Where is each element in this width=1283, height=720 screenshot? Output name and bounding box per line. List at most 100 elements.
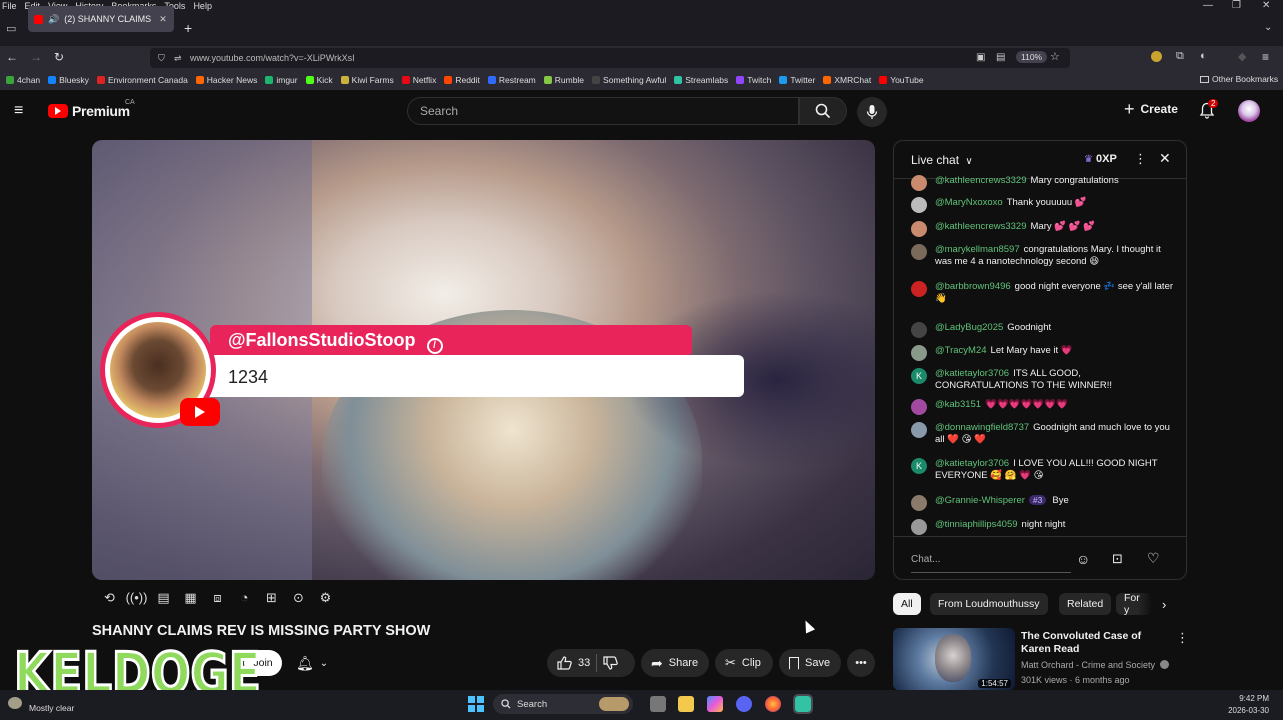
chat-author[interactable]: @kathleencrews3329	[935, 221, 1027, 232]
miniplayer-icon[interactable]: ▤	[154, 588, 173, 607]
other-bookmarks[interactable]: Other Bookmarks	[1200, 74, 1278, 84]
chat-author[interactable]: @MaryNxoxoxo	[935, 197, 1003, 208]
bookmark-item[interactable]: Streamlabs	[674, 75, 728, 85]
settings-gear-icon[interactable]: ⚙	[316, 588, 335, 607]
live-broadcast-icon[interactable]: ((•))	[126, 588, 148, 607]
chip-for-you[interactable]: For y	[1116, 593, 1152, 615]
new-tab-icon[interactable]: +	[184, 20, 192, 36]
avatar[interactable]	[1238, 100, 1260, 122]
share-button[interactable]: ➦ Share	[641, 649, 709, 677]
subscribe-bell-button[interactable]: 🔔︎ ⌄	[290, 649, 340, 677]
bookmark-item[interactable]: Twitch	[736, 75, 771, 85]
speaker-icon[interactable]: 🔊	[48, 14, 59, 25]
copilot-icon[interactable]	[707, 696, 723, 712]
close-window-icon[interactable]: ✕	[1262, 0, 1270, 11]
weather-moon-icon[interactable]	[8, 697, 22, 709]
bookmark-item[interactable]: Bluesky	[48, 75, 89, 85]
avatar[interactable]	[911, 244, 927, 260]
forward-icon[interactable]: →	[30, 50, 42, 64]
thumbs-down-icon[interactable]	[603, 656, 619, 670]
taskbar-date[interactable]: 2026-03-30	[1225, 706, 1269, 715]
bookmark-item[interactable]: Restream	[487, 75, 536, 85]
bookmark-item[interactable]: XMRChat	[823, 75, 871, 85]
xp-badge[interactable]: ♛ 0XP	[1084, 153, 1117, 165]
back-icon[interactable]: ←	[6, 50, 18, 64]
chat-author[interactable]: @barbbrown9496	[935, 281, 1011, 292]
chat-author[interactable]: @kab3151	[935, 399, 981, 410]
heart-icon[interactable]: ♡	[1147, 550, 1160, 567]
avatar[interactable]: K	[911, 458, 927, 474]
bookmark-item[interactable]: imgur	[265, 75, 298, 85]
youtube-brand[interactable]: Premium	[72, 103, 130, 119]
bookmark-item[interactable]: Hacker News	[195, 75, 257, 85]
tab-dropdown-icon[interactable]: ⌄	[1264, 22, 1272, 33]
chat-author[interactable]: @tinniaphillips4059	[935, 519, 1018, 530]
avatar[interactable]	[911, 221, 927, 237]
chip-related[interactable]: Related	[1059, 593, 1112, 615]
reader-view-icon[interactable]: ▣	[976, 52, 985, 63]
reload-icon[interactable]: ↻	[54, 50, 64, 64]
add-frame-icon[interactable]: ⊞	[262, 588, 281, 607]
avatar[interactable]	[911, 197, 927, 213]
menu-help[interactable]: Help	[193, 1, 212, 11]
discord-icon[interactable]	[736, 696, 752, 712]
extensions-puzzle-icon[interactable]: ⧉	[1176, 50, 1184, 63]
chat-author[interactable]: @katietaylor3706	[935, 368, 1009, 379]
windows-start-icon[interactable]	[468, 696, 484, 712]
more-vertical-icon[interactable]: ⋮	[1176, 630, 1189, 646]
streamlabs-icon[interactable]	[793, 694, 813, 714]
chat-author[interactable]: @marykellman8597	[935, 244, 1020, 255]
chat-author[interactable]: @TracyM24	[935, 345, 987, 356]
bookmark-item[interactable]: Rumble	[543, 75, 584, 85]
bookmark-item[interactable]: 4chan	[6, 75, 40, 85]
avatar[interactable]: K	[911, 368, 927, 384]
chat-author[interactable]: @donnawingfield8737	[935, 422, 1029, 433]
more-actions-button[interactable]: •••	[847, 649, 875, 677]
weather-status[interactable]: Mostly clear	[29, 703, 74, 713]
chip-from-channel[interactable]: From Loudmouthussy	[930, 593, 1048, 615]
task-view-icon[interactable]	[650, 696, 666, 712]
bookmark-star-icon[interactable]: ☆	[1050, 50, 1060, 63]
taskbar-search[interactable]: Search	[493, 694, 633, 714]
bookmark-item[interactable]: Kiwi Farms	[340, 75, 394, 85]
tab-list-icon[interactable]: ▭	[6, 22, 16, 35]
save-button[interactable]: Save	[779, 649, 841, 677]
chat-author[interactable]: @kathleencrews3329	[935, 175, 1027, 186]
avatar[interactable]	[911, 399, 927, 415]
bookmark-item[interactable]: Netflix	[401, 75, 436, 85]
chip-all[interactable]: All	[893, 593, 921, 615]
hamburger-menu-icon[interactable]: ≡	[1262, 50, 1269, 64]
zoom-level[interactable]: 110%	[1016, 51, 1048, 63]
avatar[interactable]	[911, 322, 927, 338]
firefox-icon[interactable]	[765, 696, 781, 712]
search-input[interactable]: Search	[407, 97, 799, 125]
maximize-icon[interactable]: ❐	[1232, 0, 1241, 11]
picture-in-picture-icon[interactable]: ⧈	[208, 588, 227, 607]
speed-gauge-icon[interactable]: ◔	[235, 588, 254, 607]
chat-author[interactable]: @Grannie-Whisperer	[935, 495, 1025, 506]
related-video-thumbnail[interactable]: 1:54:57	[893, 628, 1015, 690]
account-icon[interactable]: ◐	[1200, 50, 1207, 62]
bookmark-item[interactable]: Environment Canada	[96, 75, 188, 85]
notifications-button[interactable]: 2	[1199, 99, 1219, 122]
clip-button[interactable]: ✂ Clip	[715, 649, 773, 677]
picture-icon[interactable]: ▤	[996, 52, 1005, 63]
extension-icon[interactable]	[1151, 51, 1162, 62]
chat-author[interactable]: @katietaylor3706	[935, 458, 1009, 469]
chat-input[interactable]: Chat...	[911, 547, 1071, 573]
taskbar-time[interactable]: 9:42 PM	[1237, 694, 1269, 703]
extension-2-icon[interactable]: ◆	[1238, 50, 1246, 63]
related-video-title[interactable]: The Convoluted Case of Karen Read	[1021, 630, 1171, 656]
avatar[interactable]	[911, 519, 927, 535]
screenshot-camera-icon[interactable]: ⊙	[289, 588, 308, 607]
bookmark-item[interactable]: Reddit	[444, 75, 480, 85]
bookmark-item[interactable]: YouTube	[879, 75, 924, 85]
related-video-channel[interactable]: Matt Orchard - Crime and Society	[1021, 660, 1169, 670]
shield-icon[interactable]: ⛉	[158, 53, 165, 64]
emoji-icon[interactable]: ☺	[1076, 551, 1090, 567]
minimize-icon[interactable]: —	[1203, 0, 1213, 11]
search-button[interactable]	[799, 97, 847, 125]
close-chat-icon[interactable]: ✕	[1159, 150, 1171, 167]
youtube-logo-icon[interactable]	[48, 104, 68, 118]
site-settings-icon[interactable]: ⇌	[174, 53, 182, 64]
